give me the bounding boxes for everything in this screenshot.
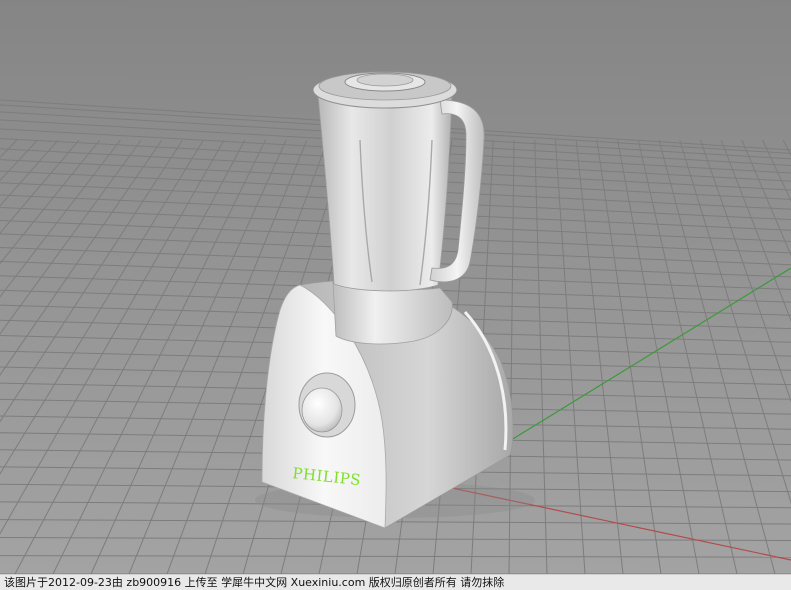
knob-dial [301, 387, 343, 433]
jar-body [317, 91, 453, 292]
lid-cap-center [356, 73, 414, 87]
rhino-perspective-viewport[interactable]: PHILIPS [0, 0, 791, 574]
watermark-caption-text: 该图片于2012-09-23由 zb900916 上传至 学犀牛中文网 Xuex… [4, 576, 505, 589]
watermark-caption-bar: 该图片于2012-09-23由 zb900916 上传至 学犀牛中文网 Xuex… [0, 574, 791, 590]
viewport-canvas[interactable]: PHILIPS [0, 0, 791, 574]
